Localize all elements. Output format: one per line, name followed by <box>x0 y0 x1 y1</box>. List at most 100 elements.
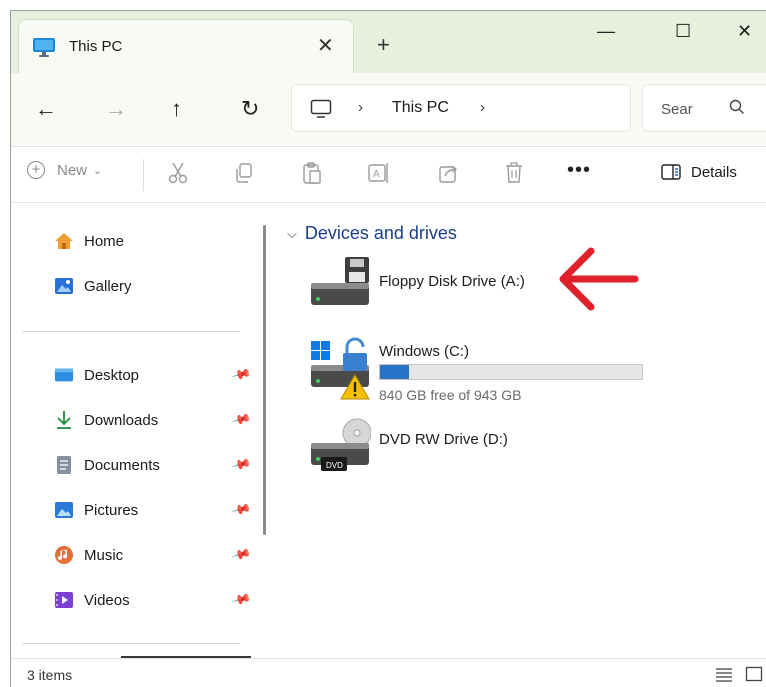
new-label: New <box>57 161 88 179</box>
forward-button[interactable]: → <box>105 97 127 121</box>
cut-button[interactable] <box>167 161 189 189</box>
paste-button[interactable] <box>301 161 323 189</box>
sidebar-divider <box>22 331 240 332</box>
share-icon <box>439 165 458 183</box>
drive-usage-bar <box>379 364 643 380</box>
videos-icon <box>54 590 74 610</box>
windows-drive-icon[interactable] <box>309 337 375 405</box>
minimize-button[interactable]: — <box>597 21 615 42</box>
sidebar-item-gallery[interactable]: Gallery <box>54 274 132 298</box>
sidebar-item-pictures[interactable]: Pictures <box>54 498 138 522</box>
navigation-bar: ← → ↑ ↻ › This PC › Sear <box>11 73 766 147</box>
music-icon <box>54 545 74 565</box>
list-view-icon <box>716 668 732 682</box>
sidebar-item-label: Videos <box>84 591 130 609</box>
tab-title: This PC <box>69 38 123 55</box>
sidebar-scrollbar[interactable] <box>263 225 266 535</box>
pin-icon[interactable]: 📌 <box>230 409 253 431</box>
refresh-button[interactable]: ↻ <box>241 97 259 121</box>
file-explorer-window: This PC ✕ + — ☐ ✕ ← → ↑ ↻ › This PC › Se… <box>10 10 766 687</box>
command-divider <box>143 159 144 191</box>
sidebar-item-label: Gallery <box>84 277 132 295</box>
tiles-view-button[interactable] <box>745 666 763 686</box>
search-box[interactable]: Sear <box>642 84 766 132</box>
close-button[interactable]: ✕ <box>737 21 752 42</box>
group-title: Devices and drives <box>304 223 457 243</box>
pin-icon[interactable]: 📌 <box>230 499 253 521</box>
group-header-devices[interactable]: ⌵ Devices and drives <box>287 223 457 244</box>
gallery-icon <box>54 276 74 296</box>
back-button[interactable]: ← <box>35 97 57 121</box>
details-view-button[interactable] <box>715 666 733 686</box>
sidebar-item-downloads[interactable]: Downloads <box>54 408 158 432</box>
drive-free-space: 840 GB free of 943 GB <box>379 387 522 403</box>
dvd-drive-icon[interactable]: DVD <box>309 417 372 477</box>
desktop-folder-icon <box>54 365 74 385</box>
pin-icon[interactable]: 📌 <box>230 364 253 386</box>
chevron-down-icon: ⌵ <box>287 225 297 241</box>
sidebar-item-videos[interactable]: Videos <box>54 588 130 612</box>
home-icon <box>54 231 74 251</box>
floppy-drive-icon[interactable] <box>309 255 371 311</box>
rename-icon: A <box>368 163 388 183</box>
monitor-icon <box>32 37 56 61</box>
scissors-icon <box>168 162 188 184</box>
address-bar[interactable]: › This PC › <box>291 84 631 132</box>
sidebar-item-label: Downloads <box>84 411 159 429</box>
up-button[interactable]: ↑ <box>171 97 182 121</box>
search-icon <box>729 99 745 119</box>
content-pane: ⌵ Devices and drives Floppy Disk Drive (… <box>273 203 766 658</box>
details-pane-icon <box>661 164 681 180</box>
rename-button[interactable]: A <box>367 161 391 189</box>
pin-icon[interactable]: 📌 <box>230 589 253 611</box>
trash-icon <box>506 162 522 183</box>
tab-close-button[interactable]: ✕ <box>317 33 334 58</box>
drive-usage-fill <box>380 365 409 379</box>
this-pc-address-icon <box>310 99 332 123</box>
breadcrumb-separator: › <box>358 99 363 116</box>
dvd-badge: DVD <box>326 461 343 470</box>
details-label: Details <box>691 163 737 181</box>
share-button[interactable] <box>437 161 461 189</box>
new-button[interactable]: + New ⌄ <box>27 161 102 179</box>
drive-name-dvd[interactable]: DVD RW Drive (D:) <box>379 431 508 448</box>
pictures-icon <box>54 500 74 520</box>
pin-icon[interactable]: 📌 <box>230 454 253 476</box>
sidebar-item-label: Pictures <box>84 501 139 519</box>
paste-icon <box>303 162 321 184</box>
sidebar-item-home[interactable]: Home <box>54 229 124 253</box>
search-placeholder: Sear <box>661 101 693 118</box>
sidebar-item-label: Home <box>84 232 125 250</box>
drive-name-windows[interactable]: Windows (C:) <box>379 343 469 360</box>
breadcrumb-expand-chevron[interactable]: › <box>480 99 485 116</box>
red-arrow-annotation <box>555 243 639 319</box>
new-tab-button[interactable]: + <box>377 32 390 58</box>
maximize-button[interactable]: ☐ <box>675 21 691 42</box>
title-bar: This PC ✕ + — ☐ ✕ <box>11 11 766 73</box>
sidebar-item-music[interactable]: Music <box>54 543 123 567</box>
copy-icon <box>236 163 252 183</box>
plus-icon: + <box>27 161 45 179</box>
sidebar-divider <box>22 643 240 644</box>
sidebar-item-label: Music <box>84 546 124 564</box>
sidebar-item-documents[interactable]: Documents <box>54 453 160 477</box>
downloads-icon <box>54 410 74 430</box>
navigation-pane: Home Gallery Desktop 📌 Downloads 📌 Docum… <box>11 203 273 658</box>
copy-button[interactable] <box>233 161 255 189</box>
sidebar-item-label: Desktop <box>84 366 140 384</box>
delete-button[interactable] <box>503 161 525 189</box>
status-bar: 3 items <box>11 658 766 687</box>
more-options-button[interactable]: ••• <box>567 159 591 182</box>
breadcrumb-this-pc[interactable]: This PC <box>392 99 449 117</box>
pin-icon[interactable]: 📌 <box>230 544 253 566</box>
documents-icon <box>54 455 74 475</box>
details-pane-button[interactable]: Details <box>661 163 737 181</box>
svg-text:A: A <box>373 169 380 180</box>
tab-this-pc[interactable]: This PC ✕ <box>18 19 354 73</box>
sidebar-item-desktop[interactable]: Desktop <box>54 363 139 387</box>
sidebar-item-label: Documents <box>84 456 160 474</box>
command-bar: + New ⌄ A ••• Details <box>11 147 766 203</box>
chevron-down-icon: ⌄ <box>93 164 103 177</box>
drive-name-floppy[interactable]: Floppy Disk Drive (A:) <box>379 273 525 290</box>
tiles-view-icon <box>745 666 763 682</box>
